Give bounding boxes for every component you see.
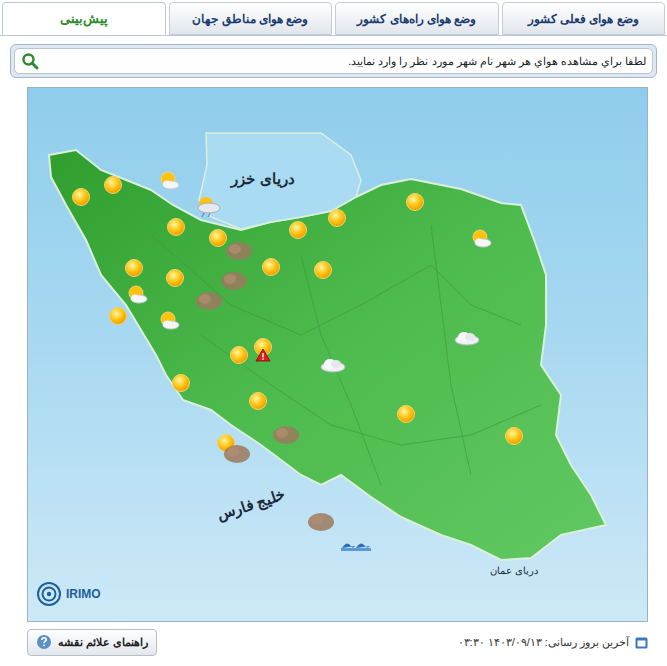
search-field[interactable]: لطفا براي مشاهده هواي هر شهر نام شهر مور…: [14, 48, 653, 74]
weather-marker[interactable]: [171, 373, 191, 393]
weather-marker[interactable]: [222, 443, 252, 465]
sun-icon: [261, 257, 281, 277]
weather-marker[interactable]: [288, 220, 308, 240]
sun-icon: [327, 208, 347, 228]
weather-marker[interactable]: [405, 192, 425, 212]
partly-cloudy-icon: [125, 285, 149, 305]
sun-icon: [166, 217, 186, 237]
weather-marker[interactable]: [261, 257, 281, 277]
irimo-logo: IRIMO: [36, 581, 101, 607]
weather-marker[interactable]: [271, 424, 301, 446]
warning-icon: [255, 348, 271, 362]
weather-marker[interactable]: [125, 285, 149, 305]
footer: راهنمای علائم نقشه آخرین بروز رسانی: ۱۴۰۳…: [0, 622, 667, 656]
weather-marker[interactable]: [108, 306, 128, 326]
calendar-icon: [635, 636, 648, 649]
dust-icon: [224, 240, 254, 262]
search-bar: لطفا براي مشاهده هواي هر شهر نام شهر مور…: [10, 44, 657, 78]
sun-icon: [313, 260, 333, 280]
sun-icon: [405, 192, 425, 212]
weather-marker[interactable]: [504, 426, 524, 446]
partly-cloudy-icon: [469, 229, 493, 249]
tab[interactable]: وضع هوای فعلی کشور: [502, 2, 666, 35]
weather-marker[interactable]: [103, 175, 123, 195]
weather-marker[interactable]: [165, 268, 185, 288]
weather-marker[interactable]: [124, 258, 144, 278]
last-update: آخرین بروز رسانی: ۱۴۰۳/۰۹/۱۳ ۰۳:۳۰: [458, 634, 648, 651]
tab-bar: پیش‌بینیوضع هوای مناطق جهانوضع هوای راه‌…: [0, 0, 667, 36]
cloud-icon: [319, 356, 347, 374]
weather-marker[interactable]: [341, 538, 371, 552]
weather-marker[interactable]: [248, 391, 268, 411]
sun-icon: [103, 175, 123, 195]
weather-marker[interactable]: [306, 511, 336, 533]
weather-marker[interactable]: [396, 404, 416, 424]
dust-icon: [271, 424, 301, 446]
weather-marker[interactable]: [229, 345, 249, 365]
waves-icon: [341, 538, 371, 552]
weather-map: دریای خزر خلیج فارس دریای عمان IRIMO: [27, 87, 648, 622]
sun-icon: [124, 258, 144, 278]
weather-marker[interactable]: [194, 290, 224, 312]
weather-marker[interactable]: [166, 217, 186, 237]
partly-cloudy-icon: [157, 311, 181, 331]
sun-icon: [171, 373, 191, 393]
weather-marker[interactable]: [224, 240, 254, 262]
sun-icon: [208, 228, 228, 248]
sun-icon: [71, 187, 91, 207]
tab[interactable]: وضع هوای مناطق جهان: [169, 2, 333, 35]
search-icon[interactable]: [21, 52, 39, 70]
sun-icon: [288, 220, 308, 240]
sun-icon: [396, 404, 416, 424]
weather-marker[interactable]: [469, 229, 493, 249]
sun-icon: [248, 391, 268, 411]
irimo-emblem-icon: [36, 581, 62, 607]
help-icon: [36, 634, 52, 650]
tab[interactable]: وضع هوای راه‌های کشور: [335, 2, 499, 35]
weather-marker[interactable]: [319, 356, 347, 374]
legend-button[interactable]: راهنمای علائم نقشه: [27, 629, 157, 656]
weather-marker[interactable]: [157, 171, 181, 191]
weather-marker[interactable]: [453, 329, 481, 347]
weather-marker[interactable]: [208, 228, 228, 248]
sun-icon: [108, 306, 128, 326]
sea-label: خلیج فارس: [214, 483, 288, 526]
partly-cloudy-icon: [157, 171, 181, 191]
weather-marker[interactable]: [313, 260, 333, 280]
sea-label: دریای عمان: [490, 563, 538, 578]
dust-icon: [219, 270, 249, 292]
dust-icon: [194, 290, 224, 312]
iran-map-icon: [28, 88, 648, 622]
weather-marker[interactable]: [327, 208, 347, 228]
cloud-icon: [453, 329, 481, 347]
sun-icon: [165, 268, 185, 288]
weather-marker[interactable]: [157, 311, 181, 331]
dust-icon: [306, 511, 336, 533]
weather-marker[interactable]: [71, 187, 91, 207]
weather-marker[interactable]: [194, 196, 222, 218]
page: پیش‌بینیوضع هوای مناطق جهانوضع هوای راه‌…: [0, 0, 667, 666]
sea-label: دریای خزر: [231, 168, 294, 191]
rain-cloud-icon: [194, 196, 222, 218]
sun-icon: [504, 426, 524, 446]
sun-icon: [229, 345, 249, 365]
tab[interactable]: پیش‌بینی: [2, 2, 166, 35]
weather-marker[interactable]: [255, 348, 271, 362]
weather-marker[interactable]: [219, 270, 249, 292]
dust-icon: [222, 443, 252, 465]
